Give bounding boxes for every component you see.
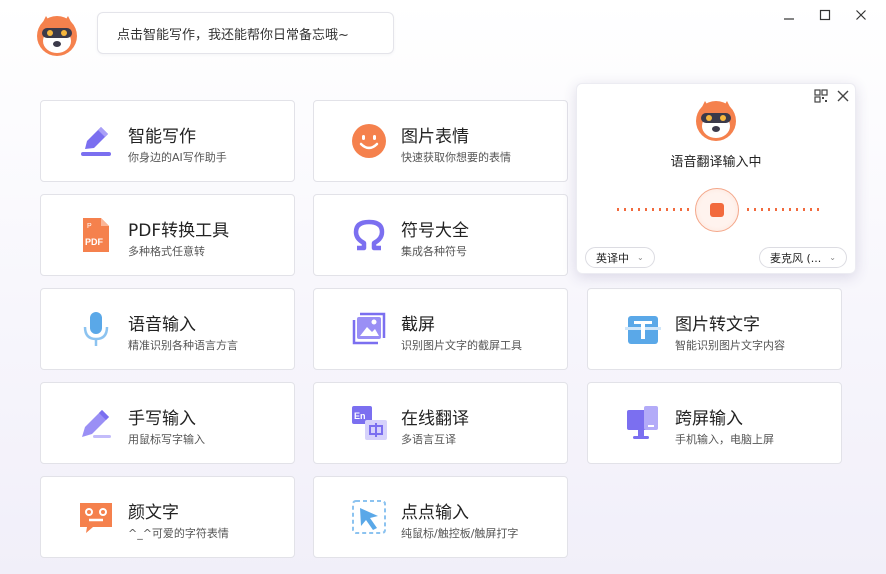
tool-title: 智能写作 (128, 127, 196, 147)
panel-close-icon[interactable] (835, 88, 851, 104)
stop-recording-button[interactable] (695, 188, 739, 232)
smiley-icon (352, 124, 386, 158)
translate-mode-select[interactable]: 英译中 ⌄ (585, 247, 655, 268)
tool-card-online-translate[interactable]: En 在线翻译 多语言互译 (313, 382, 568, 464)
tip-bubble-text: 点击智能写作，我还能帮你日常备忘哦~ (117, 27, 349, 43)
tool-title: PDF转换工具 (128, 221, 230, 241)
tool-subtitle: 纯鼠标/触控板/触屏打字 (401, 527, 519, 540)
svg-text:PDF: PDF (85, 237, 104, 247)
minimize-button[interactable] (774, 4, 804, 26)
translate-icon: En (352, 406, 387, 440)
mascot-avatar-icon[interactable] (34, 12, 80, 58)
omega-icon (353, 219, 385, 251)
close-icon (856, 10, 866, 20)
tool-title: 截屏 (401, 315, 435, 335)
cross-screen-icon (627, 406, 658, 439)
microphone-select[interactable]: 麦克风 (... ⌄ (759, 247, 847, 268)
close-button[interactable] (846, 4, 876, 26)
tool-subtitle: 智能识别图片文字内容 (675, 339, 785, 352)
tool-subtitle: 手机输入，电脑上屏 (675, 433, 774, 446)
voice-translate-panel: 语音翻译输入中 英译中 ⌄ 麦克风 (... ⌄ (576, 83, 856, 274)
kaomoji-icon (80, 503, 112, 533)
tool-subtitle: 快速获取你想要的表情 (401, 151, 511, 164)
tool-subtitle: 集成各种符号 (401, 245, 467, 258)
minimize-icon (784, 18, 794, 20)
tool-card-cross-screen[interactable]: 跨屏输入 手机输入，电脑上屏 (587, 382, 842, 464)
tool-title: 符号大全 (401, 221, 469, 241)
tool-card-handwriting[interactable]: 手写输入 用鼠标写字输入 (40, 382, 295, 464)
tool-card-symbols[interactable]: 符号大全 集成各种符号 (313, 194, 568, 276)
pdf-icon: P PDF (83, 218, 109, 252)
svg-text:En: En (354, 411, 366, 421)
microphone-icon (83, 312, 109, 346)
mascot-avatar-icon (696, 101, 736, 141)
tool-title: 颜文字 (128, 503, 179, 523)
maximize-button[interactable] (810, 4, 840, 26)
microphone-value: 麦克风 (... (770, 251, 822, 265)
tool-title: 手写输入 (128, 409, 196, 429)
tool-subtitle: 精准识别各种语言方言 (128, 339, 238, 352)
tool-card-click-input[interactable]: 点点输入 纯鼠标/触控板/触屏打字 (313, 476, 568, 558)
maximize-icon (819, 9, 831, 21)
tool-subtitle: 多种格式任意转 (128, 245, 205, 258)
tool-card-image-emoji[interactable]: 图片表情 快速获取你想要的表情 (313, 100, 568, 182)
tool-card-image-to-text[interactable]: 图片转文字 智能识别图片文字内容 (587, 288, 842, 370)
tool-subtitle: 用鼠标写字输入 (128, 433, 205, 446)
translate-mode-value: 英译中 (596, 251, 629, 265)
tool-subtitle: 你身边的AI写作助手 (128, 151, 227, 164)
tip-bubble[interactable]: 点击智能写作，我还能帮你日常备忘哦~ (97, 12, 394, 54)
handwriting-pen-icon (82, 410, 111, 438)
qr-code-icon[interactable] (814, 89, 828, 103)
tool-title: 语音输入 (128, 315, 196, 335)
tool-title: 图片表情 (401, 127, 469, 147)
voice-status-text: 语音翻译输入中 (670, 155, 762, 170)
chevron-down-icon: ⌄ (637, 253, 644, 262)
tool-card-smart-writing[interactable]: 智能写作 你身边的AI写作助手 (40, 100, 295, 182)
pointer-click-icon (352, 500, 386, 534)
screenshot-icon (352, 312, 386, 345)
tool-title: 跨屏输入 (675, 409, 743, 429)
tool-card-voice-input[interactable]: 语音输入 精准识别各种语言方言 (40, 288, 295, 370)
tool-card-pdf-converter[interactable]: P PDF PDF转换工具 多种格式任意转 (40, 194, 295, 276)
tool-subtitle: ^_^可爱的字符表情 (128, 527, 229, 540)
tool-title: 点点输入 (401, 503, 469, 523)
tool-subtitle: 识别图片文字的截屏工具 (401, 339, 522, 352)
pen-writing-icon (81, 127, 111, 156)
image-to-text-icon (625, 316, 661, 344)
chevron-down-icon: ⌄ (829, 253, 836, 262)
tool-title: 图片转文字 (675, 315, 760, 335)
tool-card-kaomoji[interactable]: 颜文字 ^_^可爱的字符表情 (40, 476, 295, 558)
tool-subtitle: 多语言互译 (401, 433, 456, 446)
svg-text:P: P (87, 223, 92, 230)
stop-icon (710, 203, 724, 217)
tool-card-screenshot[interactable]: 截屏 识别图片文字的截屏工具 (313, 288, 568, 370)
window-controls (774, 4, 876, 26)
tool-title: 在线翻译 (401, 409, 469, 429)
